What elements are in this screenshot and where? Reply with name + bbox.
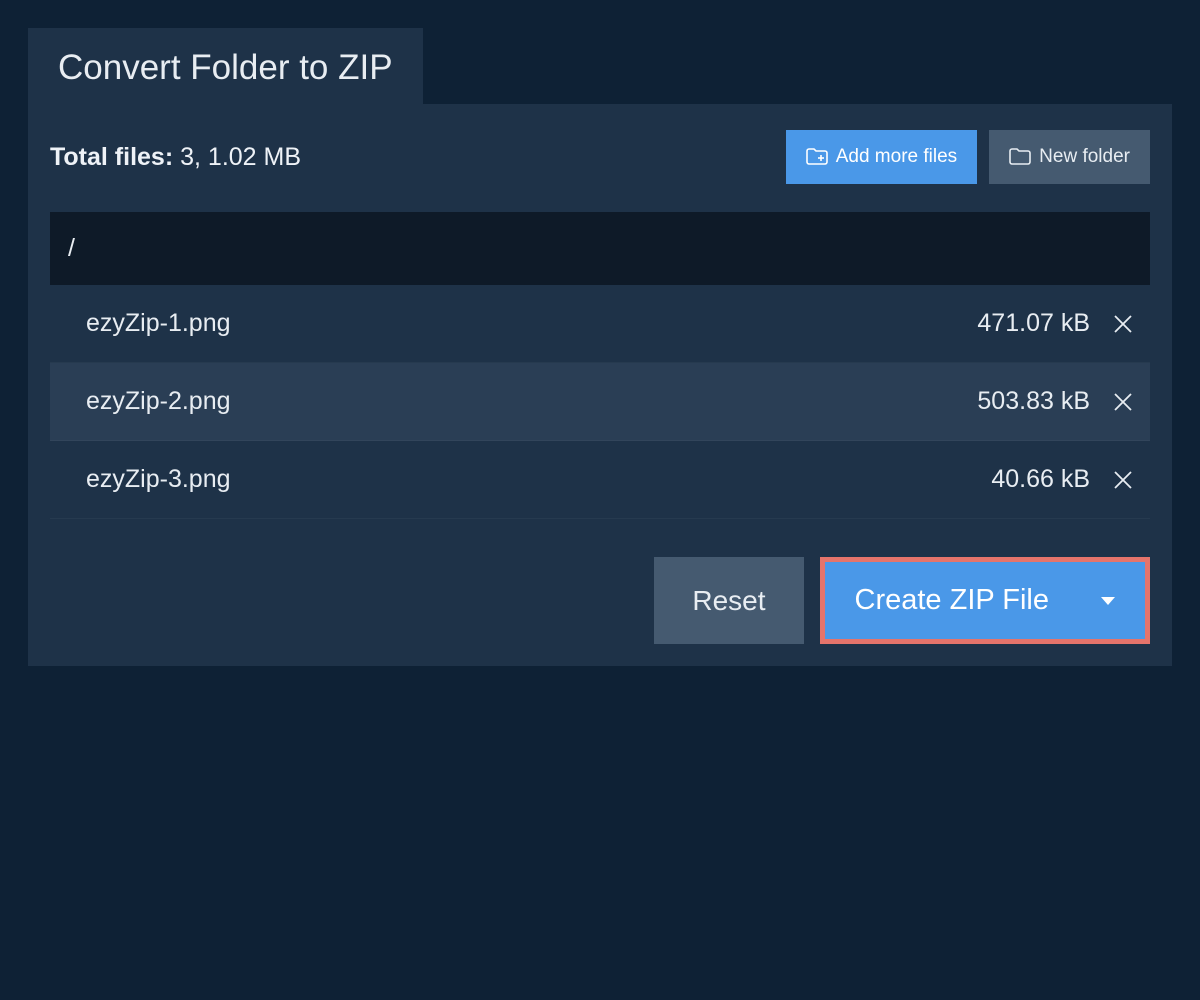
file-row: ezyZip-3.png 40.66 kB [50, 441, 1150, 519]
add-more-files-button[interactable]: Add more files [786, 130, 977, 184]
file-list: ezyZip-1.png 471.07 kB ezyZip-2.png 503.… [50, 285, 1150, 519]
footer-actions: Reset Create ZIP File [50, 557, 1150, 644]
remove-file-icon[interactable] [1112, 313, 1134, 335]
file-size: 503.83 kB [977, 387, 1090, 416]
file-size: 40.66 kB [991, 465, 1090, 494]
toolbar-buttons: Add more files New folder [786, 130, 1150, 184]
folder-icon [1009, 148, 1031, 166]
toolbar: Total files: 3, 1.02 MB Add more files [50, 130, 1150, 184]
file-row-right: 503.83 kB [977, 387, 1134, 416]
add-more-files-label: Add more files [836, 146, 957, 168]
app-container: Convert Folder to ZIP Total files: 3, 1.… [0, 0, 1200, 694]
remove-file-icon[interactable] [1112, 391, 1134, 413]
total-files-summary: Total files: 3, 1.02 MB [50, 143, 301, 172]
main-panel: Total files: 3, 1.02 MB Add more files [28, 104, 1172, 666]
create-zip-label: Create ZIP File [855, 584, 1049, 617]
remove-file-icon[interactable] [1112, 469, 1134, 491]
create-zip-button[interactable]: Create ZIP File [825, 562, 1145, 639]
tab-convert-folder[interactable]: Convert Folder to ZIP [28, 28, 423, 104]
file-row: ezyZip-2.png 503.83 kB [50, 363, 1150, 441]
file-row-right: 471.07 kB [977, 309, 1134, 338]
tab-title: Convert Folder to ZIP [58, 48, 393, 87]
reset-button[interactable]: Reset [654, 557, 803, 644]
file-name: ezyZip-2.png [86, 387, 231, 416]
file-name: ezyZip-3.png [86, 465, 231, 494]
file-row-right: 40.66 kB [991, 465, 1134, 494]
reset-label: Reset [692, 585, 765, 617]
new-folder-button[interactable]: New folder [989, 130, 1150, 184]
file-name: ezyZip-1.png [86, 309, 231, 338]
total-files-value: 3, 1.02 MB [180, 143, 301, 171]
create-zip-highlight: Create ZIP File [820, 557, 1150, 644]
breadcrumb-path: / [68, 234, 75, 262]
new-folder-label: New folder [1039, 146, 1130, 168]
caret-down-icon [1101, 597, 1115, 605]
file-size: 471.07 kB [977, 309, 1090, 338]
total-files-label: Total files: [50, 143, 173, 171]
file-row: ezyZip-1.png 471.07 kB [50, 285, 1150, 363]
folder-plus-icon [806, 148, 828, 166]
breadcrumb[interactable]: / [50, 212, 1150, 285]
